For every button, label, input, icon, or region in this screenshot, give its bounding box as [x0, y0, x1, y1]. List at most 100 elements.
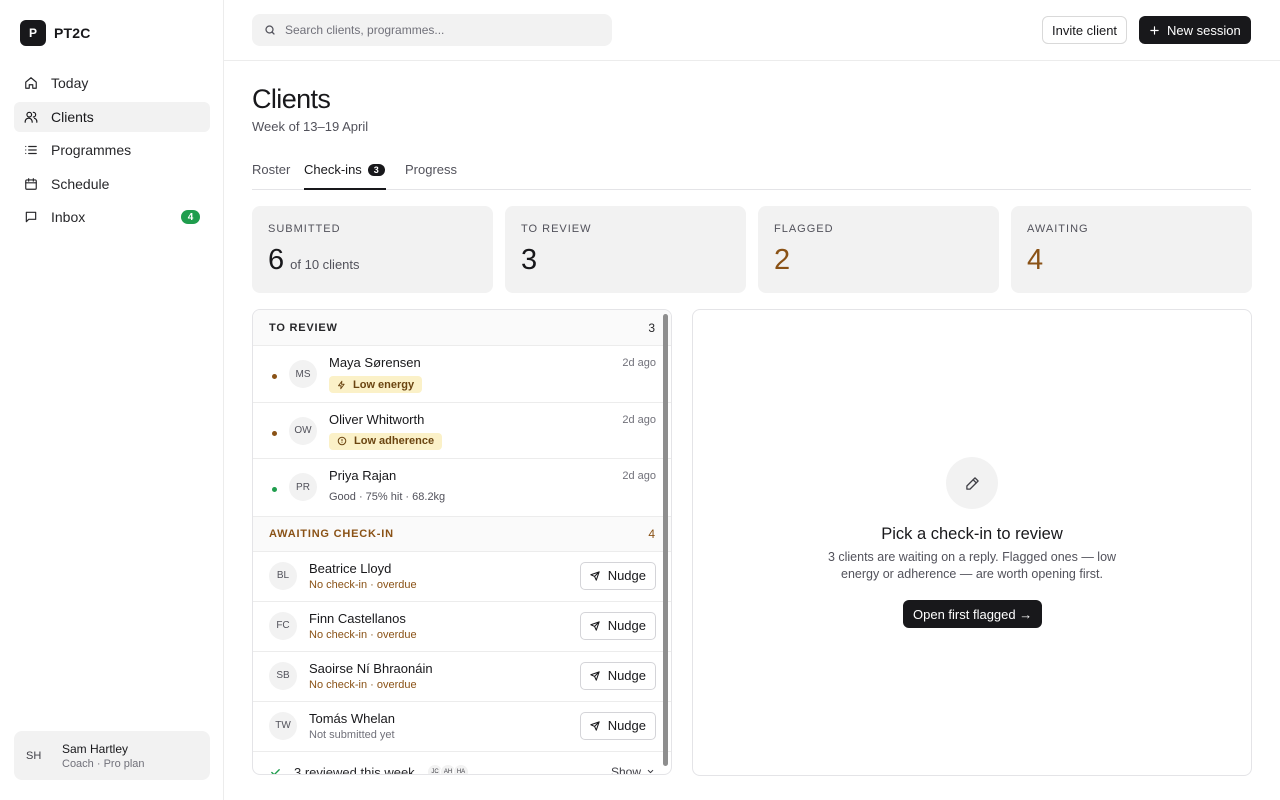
flag-badge: Low energy [329, 376, 423, 393]
check-in-status: No check-in · overdue [309, 628, 417, 641]
brand-logo: P [20, 20, 46, 46]
client-name: Finn Castellanos [309, 610, 406, 626]
reviewed-summary[interactable]: 3 reviewed this week JC AH HA Show [253, 752, 671, 775]
reviewed-label: 3 reviewed this week [294, 764, 415, 775]
stat-flagged: FLAGGED 2 [758, 206, 999, 293]
nudge-label: Nudge [607, 568, 646, 583]
list-item[interactable]: PR Priya Rajan 2d ago Good · 75% hit · 6… [253, 459, 671, 516]
check-in-summary: Good · 75% hit · 68.2kg [329, 491, 446, 503]
tab-label: Progress [405, 162, 458, 177]
tab-roster[interactable]: Roster [252, 162, 290, 190]
open-first-flagged-button[interactable]: Open first flagged → [903, 600, 1043, 628]
home-icon [25, 77, 37, 89]
sidebar-item-label: Programmes [51, 142, 132, 158]
stat-submitted: SUBMITTED 6 of 10 clients [252, 206, 493, 293]
stat-number: 2 [774, 244, 791, 276]
client-name: Oliver Whitworth [329, 411, 425, 427]
stat-value: 3 [521, 244, 730, 277]
list-item[interactable]: TW Tomás Whelan Not submitted yet Nudge [253, 702, 671, 752]
stat-label: FLAGGED [774, 223, 834, 235]
show-label: Show [610, 764, 641, 775]
stat-value: 4 [1027, 244, 1236, 277]
list-item[interactable]: MS Maya Sørensen 2d ago Low energy [253, 346, 671, 403]
search-box[interactable] [252, 14, 612, 46]
page-subtitle: Week of 13–19 April [252, 119, 369, 134]
avatar: SH [26, 749, 42, 762]
nudge-label: Nudge [607, 668, 646, 683]
calendar-icon [25, 177, 37, 190]
send-icon [590, 570, 600, 581]
bolt-icon [338, 380, 345, 389]
invite-client-button[interactable]: Invite client [1042, 16, 1128, 44]
tab-label: Roster [252, 162, 291, 177]
check-in-list: TO REVIEW 3 MS Maya Sørensen 2d ago Low … [252, 309, 672, 775]
chevron-down-icon [647, 769, 654, 774]
new-session-button[interactable]: New session [1139, 16, 1251, 44]
nudge-button[interactable]: Nudge [579, 611, 656, 640]
stat-value: 2 [774, 244, 983, 277]
nudge-label: Nudge [607, 718, 646, 733]
sidebar-item-label: Today [51, 75, 89, 91]
awaiting-header: AWAITING CHECK-IN 4 [253, 515, 671, 552]
section-title: AWAITING CHECK-IN [269, 527, 394, 540]
check-in-detail: Pick a check-in to review 3 clients are … [692, 309, 1252, 776]
users-icon [24, 111, 38, 123]
show-reviewed-button[interactable]: Show [610, 764, 655, 775]
client-name: Priya Rajan [329, 468, 397, 483]
empty-state-icon [946, 457, 998, 509]
avatar: MS [289, 360, 317, 388]
list-item[interactable]: BL Beatrice Lloyd No check-in · overdue … [253, 552, 671, 602]
nudge-button[interactable]: Nudge [579, 661, 656, 690]
section-count: 3 [648, 320, 655, 335]
client-name: Beatrice Lloyd [309, 560, 392, 576]
sidebar-item-label: Schedule [51, 175, 110, 192]
user-card[interactable]: SH Sam Hartley Coach · Pro plan [14, 731, 210, 780]
tab-label: Check-ins [304, 162, 362, 177]
client-name: Saoirse Ní Bhraonáin [309, 660, 433, 676]
reviewed-avatars: JC AH HA [427, 763, 469, 774]
stat-value: 6 of 10 clients [268, 244, 477, 277]
sidebar-item-clients[interactable]: Clients [14, 101, 210, 132]
nudge-button[interactable]: Nudge [579, 561, 656, 590]
sidebar-item-today[interactable]: Today [14, 68, 210, 98]
avatar: HA [453, 763, 469, 774]
user-name: Sam Hartley [62, 741, 129, 756]
list-item[interactable]: SB Saoirse Ní Bhraonáin No check-in · ov… [253, 652, 671, 702]
send-icon [590, 670, 600, 681]
list-icon [25, 145, 37, 155]
list-item[interactable]: FC Finn Castellanos No check-in · overdu… [253, 602, 671, 652]
plus-icon [1150, 25, 1159, 35]
sidebar: P PT2C Today Clients Programmes Schedule… [0, 0, 224, 800]
tab-bar: Roster Check-ins 3 Progress [252, 158, 1251, 190]
sidebar-nav: Today Clients Programmes Schedule Inbox … [14, 68, 210, 236]
status-dot [272, 487, 277, 492]
tab-check-ins[interactable]: Check-ins 3 [304, 162, 386, 190]
sidebar-item-schedule[interactable]: Schedule [14, 169, 210, 199]
stat-awaiting: AWAITING 4 [1011, 206, 1252, 293]
avatar: SB [269, 661, 297, 690]
flag-label: Low adherence [354, 435, 435, 447]
empty-state-title: Pick a check-in to review [881, 525, 1063, 543]
list-scrollbar[interactable] [663, 314, 668, 766]
stat-label: TO REVIEW [521, 223, 592, 235]
search-input[interactable] [285, 23, 585, 37]
sidebar-item-programmes[interactable]: Programmes [14, 135, 210, 165]
sidebar-item-inbox[interactable]: Inbox 4 [14, 202, 210, 232]
search-icon [265, 25, 275, 35]
stat-number: 4 [1027, 244, 1044, 276]
status-dot [272, 430, 277, 436]
to-review-header: TO REVIEW 3 [253, 310, 671, 346]
check-in-time: 2d ago [622, 357, 656, 369]
tab-progress[interactable]: Progress [405, 162, 457, 190]
nudge-button[interactable]: Nudge [579, 711, 656, 740]
list-item[interactable]: OW Oliver Whitworth 2d ago Low adherence [253, 403, 671, 459]
stats-row: SUBMITTED 6 of 10 clients TO REVIEW 3 FL… [252, 206, 1252, 293]
status-dot [272, 374, 277, 379]
topbar: Invite client New session [224, 0, 1280, 61]
send-icon [590, 620, 600, 631]
check-in-time: 2d ago [622, 470, 656, 482]
page-title: Clients [252, 84, 331, 114]
check-in-status: Not submitted yet [309, 728, 395, 741]
avatar: OW [289, 416, 317, 445]
brand[interactable]: P PT2C [20, 20, 91, 46]
